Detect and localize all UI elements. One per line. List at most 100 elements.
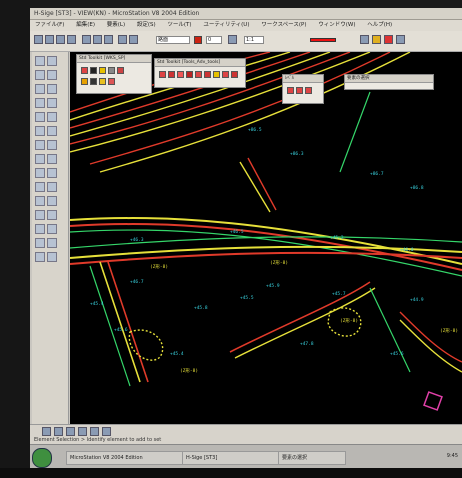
palette-title[interactable]: Std Toolkit [Tools_Adv_tools] [155,59,245,67]
palette-tool-icon[interactable] [117,67,124,74]
reference-tool-icon[interactable] [47,224,57,234]
cell-tool-icon[interactable] [47,98,57,108]
chain-tool-icon[interactable] [47,252,57,262]
palette-tool-icon[interactable] [108,67,115,74]
palette-tool-icon[interactable] [90,67,97,74]
start-button[interactable] [32,448,52,468]
status-tool-icon[interactable] [66,427,75,436]
level-select[interactable]: 路面 [156,36,190,44]
print-icon[interactable] [67,35,76,44]
palette-tool-icon[interactable] [81,78,88,85]
stop-icon[interactable] [384,35,393,44]
scale-field[interactable]: 1:1 [244,36,264,44]
delete-tool-icon[interactable] [47,126,57,136]
weight-select[interactable]: 0 [206,36,222,44]
palette-tool-icon[interactable] [222,71,229,78]
palette-tool-icon[interactable] [177,71,184,78]
palette-title[interactable]: Std Toolkit [WKS_SP] [77,55,151,63]
cut-icon[interactable] [82,35,91,44]
group-tool-icon[interactable] [47,182,57,192]
tool-palette-main: Std Toolkit [WKS_SP] [76,54,152,94]
drawing-canvas[interactable]: +86.5 +86.3 +86.7 +86.8 +46.3 +46.5 +45.… [70,52,462,424]
raster-tool-icon[interactable] [35,238,45,248]
save-icon[interactable] [56,35,65,44]
rotate-tool-icon[interactable] [47,140,57,150]
palette-tool-icon[interactable] [90,78,97,85]
arc-tool-icon[interactable] [47,84,57,94]
circle-tool-icon[interactable] [35,84,45,94]
taskbar-item[interactable]: H-Sige [ST3] [182,451,280,465]
palette-title[interactable]: ﾚﾍﾞﾙ [283,75,323,83]
menu-workspace[interactable]: ワークスペース(P) [256,22,311,28]
color-swatch[interactable] [194,36,202,44]
menu-element[interactable]: 要素(L) [102,22,130,28]
lock-icon[interactable] [372,35,381,44]
snap-icon[interactable] [360,35,369,44]
fence-tool-icon[interactable] [47,56,57,66]
undo-icon[interactable] [118,35,127,44]
palette-tool-icon[interactable] [204,71,211,78]
zoom-tool-icon[interactable] [47,196,57,206]
menu-edit[interactable]: 編集(E) [71,22,100,28]
palette-tool-icon[interactable] [99,78,106,85]
taskbar-clock: 9:45 [446,453,458,459]
palette-tool-icon[interactable] [296,87,303,94]
scale-tool-icon[interactable] [47,154,57,164]
shape-tool-icon[interactable] [47,70,57,80]
level-tool-icon[interactable] [35,224,45,234]
line-style-icon[interactable] [228,35,237,44]
redo-icon[interactable] [129,35,138,44]
dialog-title[interactable]: 要素の選択 [345,75,433,83]
palette-tool-icon[interactable] [168,71,175,78]
line-tool-icon[interactable] [35,70,45,80]
taskbar-item[interactable]: MicroStation V8 2004 Edition [66,451,184,465]
copy-tool-icon[interactable] [35,154,45,164]
help-icon[interactable] [396,35,405,44]
menu-window[interactable]: ウィンドウ(W) [313,22,360,28]
status-tool-icon[interactable] [90,427,99,436]
palette-tool-icon[interactable] [287,87,294,94]
palette-tool-icon[interactable] [99,67,106,74]
select-tool-icon[interactable] [35,56,45,66]
copy-icon[interactable] [93,35,102,44]
move-tool-icon[interactable] [35,140,45,150]
paste-icon[interactable] [104,35,113,44]
array-tool-icon[interactable] [47,168,57,178]
menu-utilities[interactable]: ユーティリティ(U) [198,22,254,28]
status-tool-icon[interactable] [42,427,51,436]
palette-tool-icon[interactable] [159,71,166,78]
menu-settings[interactable]: 設定(S) [132,22,161,28]
text-tool-icon[interactable] [35,98,45,108]
drop-tool-icon[interactable] [35,252,45,262]
status-tool-icon[interactable] [54,427,63,436]
open-file-icon[interactable] [45,35,54,44]
measure-tool-icon[interactable] [47,112,57,122]
render-tool-icon[interactable] [47,238,57,248]
status-tool-icon[interactable] [78,427,87,436]
dimension-tool-icon[interactable] [35,112,45,122]
palette-tool-icon[interactable] [108,78,115,85]
new-file-icon[interactable] [34,35,43,44]
taskbar-item[interactable]: 要素の選択 [278,451,346,465]
elevation-label: +45.4 [90,302,104,307]
menu-file[interactable]: ファイル(F) [30,22,69,28]
elevation-label: +46.5 [230,230,244,235]
pattern-tool-icon[interactable] [35,182,45,192]
palette-tool-icon[interactable] [81,67,88,74]
status-tool-icon[interactable] [102,427,111,436]
palette-tool-icon[interactable] [186,71,193,78]
view-tool-icon[interactable] [35,196,45,206]
menu-tools[interactable]: ツール(T) [162,22,196,28]
modify-tool-icon[interactable] [35,126,45,136]
pan-tool-icon[interactable] [35,210,45,220]
palette-tool-icon[interactable] [305,87,312,94]
elevation-label: (Z形-8) [180,369,199,374]
palette-tool-icon[interactable] [195,71,202,78]
elevation-label: +46.0 [400,248,414,253]
elevation-label: (Z形-8) [150,265,169,270]
palette-tool-icon[interactable] [213,71,220,78]
menu-help[interactable]: ヘルプ(H) [362,22,397,28]
palette-tool-icon[interactable] [231,71,238,78]
fit-view-icon[interactable] [47,210,57,220]
mirror-tool-icon[interactable] [35,168,45,178]
